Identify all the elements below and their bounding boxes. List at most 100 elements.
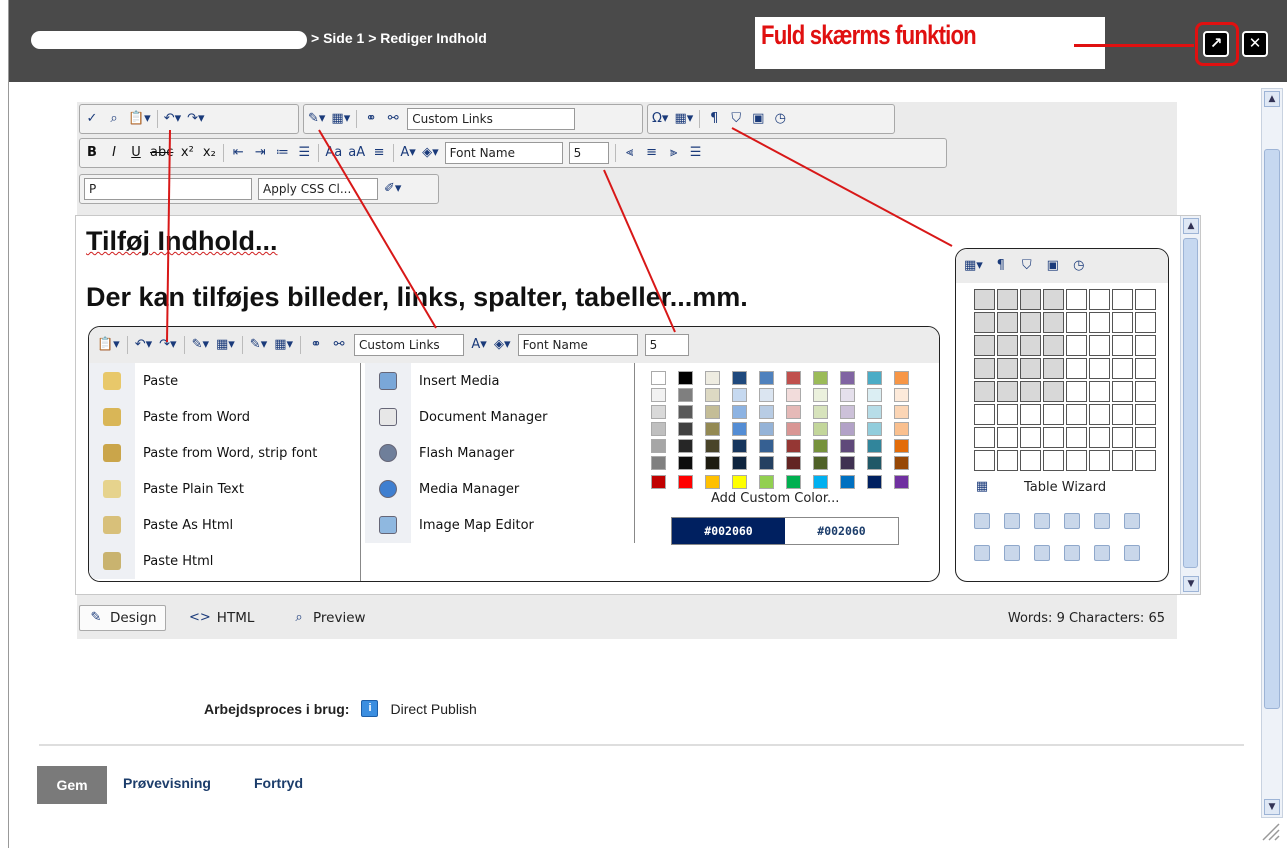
link-icon[interactable]: ⚭	[363, 111, 379, 127]
color-swatch[interactable]	[651, 422, 666, 436]
color-swatch[interactable]	[759, 371, 774, 385]
table-grid-cell[interactable]	[1112, 427, 1133, 448]
table-dropdown-icon[interactable]: ▦▾	[674, 111, 693, 127]
color-swatch[interactable]	[813, 371, 828, 385]
snippet-icon[interactable]: ▣	[1045, 258, 1061, 274]
table-grid-cell[interactable]	[1020, 450, 1041, 471]
paste-menu-item[interactable]: Paste Html	[89, 543, 360, 579]
color-swatch[interactable]	[705, 439, 720, 453]
table-grid-cell[interactable]	[1020, 427, 1041, 448]
table-grid-cell[interactable]	[1043, 381, 1064, 402]
color-swatch[interactable]	[759, 456, 774, 470]
uppercase-icon[interactable]: Aa	[325, 145, 342, 161]
color-swatch[interactable]	[705, 388, 720, 402]
undo-icon[interactable]: ↶▾	[164, 111, 181, 127]
color-swatch[interactable]	[678, 475, 693, 489]
table-grid-cell[interactable]	[1066, 335, 1087, 356]
table-grid-cell[interactable]	[1089, 335, 1110, 356]
color-swatch[interactable]	[894, 422, 909, 436]
table-grid-cell[interactable]	[1089, 312, 1110, 333]
color-swatch[interactable]	[894, 475, 909, 489]
align-center-icon[interactable]: ≡	[644, 145, 660, 161]
insert-column-left-icon[interactable]	[1064, 513, 1080, 529]
table-grid-cell[interactable]	[1043, 450, 1064, 471]
template-icon[interactable]: ⛉	[728, 111, 744, 127]
table-grid-cell[interactable]	[1020, 335, 1041, 356]
table-grid-cell[interactable]	[997, 427, 1018, 448]
table-grid-cell[interactable]	[974, 450, 995, 471]
cancel-link[interactable]: Fortryd	[254, 775, 303, 791]
template-icon[interactable]: ⛉	[1019, 258, 1035, 274]
font-size-select[interactable]: 5	[568, 142, 609, 164]
table-grid-cell[interactable]	[997, 381, 1018, 402]
scroll-down-icon[interactable]: ▼	[1183, 576, 1199, 592]
color-swatch[interactable]	[705, 405, 720, 419]
tab-html[interactable]: <> HTML	[181, 605, 262, 631]
color-swatch[interactable]	[705, 475, 720, 489]
font-name-select[interactable]: Font Name	[444, 142, 563, 164]
table-grid-cell[interactable]	[1043, 427, 1064, 448]
table-grid-cell[interactable]	[1020, 404, 1041, 425]
font-color-icon[interactable]: A▾	[471, 337, 487, 353]
format-stripper-icon[interactable]: ✐▾	[384, 181, 401, 197]
color-swatch[interactable]	[678, 405, 693, 419]
image-manager-icon[interactable]: ▦▾	[331, 111, 350, 127]
media-dropdown-icon[interactable]: ✎▾	[250, 337, 267, 353]
color-swatch[interactable]	[894, 371, 909, 385]
color-swatch[interactable]	[786, 456, 801, 470]
paragraph-select[interactable]: P	[84, 178, 252, 200]
link-icon[interactable]: ⚭	[308, 337, 324, 353]
preview-link[interactable]: Prøvevisning	[123, 775, 211, 791]
subscript-icon[interactable]: x₂	[201, 145, 217, 161]
table-grid-cell[interactable]	[1066, 312, 1087, 333]
color-swatch[interactable]	[867, 405, 882, 419]
color-swatch[interactable]	[840, 388, 855, 402]
media-menu-item[interactable]: Document Manager	[365, 399, 634, 435]
color-swatch[interactable]	[705, 371, 720, 385]
table-grid-cell[interactable]	[1020, 381, 1041, 402]
table-properties-icon[interactable]	[1124, 545, 1140, 561]
resize-grip-icon[interactable]	[1257, 818, 1281, 842]
color-swatch[interactable]	[759, 405, 774, 419]
color-swatch[interactable]	[867, 456, 882, 470]
paste-menu-item[interactable]: Paste from Word	[89, 399, 360, 435]
table-grid-cell[interactable]	[974, 289, 995, 310]
color-swatch[interactable]	[678, 456, 693, 470]
color-swatch[interactable]	[732, 456, 747, 470]
color-swatch[interactable]	[651, 475, 666, 489]
paragraph-icon[interactable]: ¶	[993, 258, 1009, 274]
tab-preview[interactable]: ⌕ Preview	[283, 605, 374, 631]
scroll-up-icon[interactable]: ▲	[1183, 218, 1199, 234]
table-grid-cell[interactable]	[974, 358, 995, 379]
date-time-icon[interactable]: ◷	[772, 111, 788, 127]
table-grid-cell[interactable]	[1043, 312, 1064, 333]
bullet-list-icon[interactable]: ☰	[296, 145, 312, 161]
table-grid-cell[interactable]	[974, 381, 995, 402]
table-grid-cell[interactable]	[974, 312, 995, 333]
superscript-icon[interactable]: x²	[179, 145, 195, 161]
table-grid-cell[interactable]	[1112, 312, 1133, 333]
image-manager-icon[interactable]: ▦▾	[216, 337, 235, 353]
table-grid-cell[interactable]	[1112, 404, 1133, 425]
color-swatch[interactable]	[840, 439, 855, 453]
table-grid-cell[interactable]	[1066, 381, 1087, 402]
media-menu-item[interactable]: Insert Media	[365, 363, 634, 399]
color-swatch[interactable]	[894, 388, 909, 402]
add-custom-color[interactable]: Add Custom Color...	[711, 491, 839, 506]
table-grid-cell[interactable]	[1020, 358, 1041, 379]
color-swatch[interactable]	[813, 388, 828, 402]
table-grid-cell[interactable]	[1135, 312, 1156, 333]
align-right-icon[interactable]: ⫸	[666, 145, 682, 161]
redo-icon[interactable]: ↷▾	[159, 337, 176, 353]
table-grid-cell[interactable]	[1043, 335, 1064, 356]
color-swatch[interactable]	[651, 456, 666, 470]
color-swatch[interactable]	[894, 405, 909, 419]
table-grid-cell[interactable]	[1135, 427, 1156, 448]
content-scrollbar[interactable]: ▲ ▼	[1180, 216, 1200, 594]
delete-column-icon[interactable]	[1124, 513, 1140, 529]
table-wizard[interactable]: ▦ Table Wizard	[974, 479, 1106, 495]
color-swatch[interactable]	[894, 439, 909, 453]
table-grid-cell[interactable]	[1112, 289, 1133, 310]
color-swatch[interactable]	[732, 388, 747, 402]
table-grid-cell[interactable]	[1112, 450, 1133, 471]
